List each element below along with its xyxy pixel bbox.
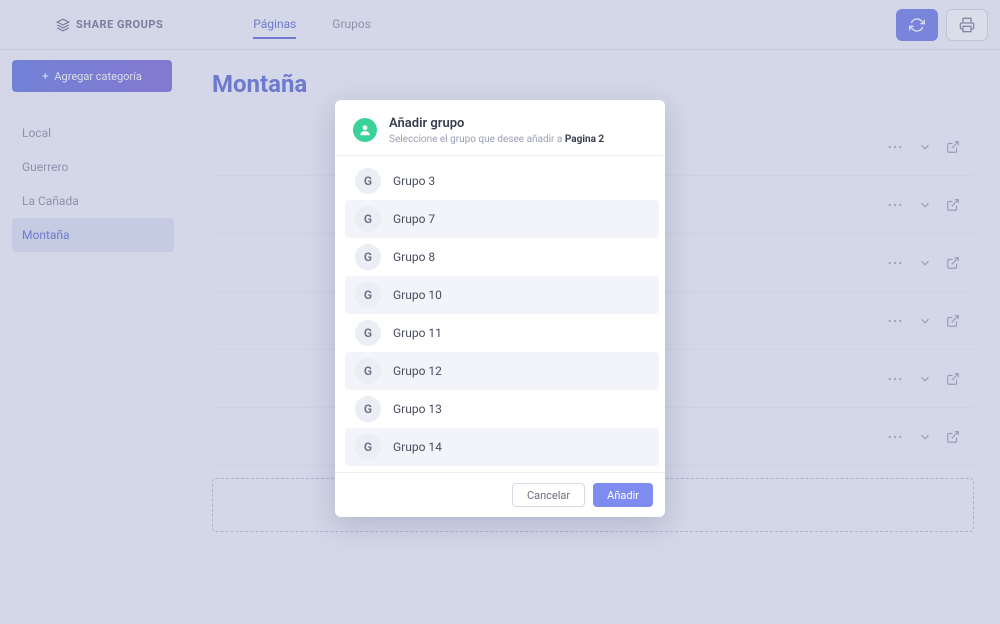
- cancel-button[interactable]: Cancelar: [512, 483, 585, 507]
- group-option[interactable]: G Grupo 11: [345, 314, 659, 352]
- modal-header: Añadir grupo Seleccione el grupo que des…: [335, 100, 665, 156]
- group-label: Grupo 3: [393, 174, 435, 188]
- group-option[interactable]: G Grupo 10: [345, 276, 659, 314]
- group-option[interactable]: G Grupo 13: [345, 390, 659, 428]
- add-group-modal: Añadir grupo Seleccione el grupo que des…: [335, 100, 665, 517]
- group-option[interactable]: G Grupo 7: [345, 200, 659, 238]
- group-label: Grupo 7: [393, 212, 435, 226]
- modal-heading: Añadir grupo Seleccione el grupo que des…: [389, 116, 604, 145]
- group-label: Grupo 14: [393, 440, 442, 454]
- group-avatar: G: [355, 206, 381, 232]
- group-option[interactable]: G Grupo 14: [345, 428, 659, 466]
- modal-list[interactable]: G Grupo 3 G Grupo 7 G Grupo 8 G Grupo 10 G Grupo …: [335, 156, 665, 472]
- group-option[interactable]: G Grupo 8: [345, 238, 659, 276]
- group-label: Grupo 12: [393, 364, 442, 378]
- group-label: Grupo 11: [393, 326, 442, 340]
- group-avatar: G: [355, 244, 381, 270]
- modal-title: Añadir grupo: [389, 116, 604, 131]
- modal-subtitle-target: Pagina 2: [565, 134, 604, 145]
- group-option[interactable]: G Grupo 12: [345, 352, 659, 390]
- group-option[interactable]: G Grupo 3: [345, 162, 659, 200]
- group-avatar: G: [355, 320, 381, 346]
- confirm-button[interactable]: Añadir: [593, 483, 653, 507]
- modal-subtitle: Seleccione el grupo que desee añadir a P…: [389, 134, 604, 145]
- group-label: Grupo 10: [393, 288, 442, 302]
- modal-footer: Cancelar Añadir: [335, 472, 665, 517]
- group-avatar: G: [355, 282, 381, 308]
- user-icon: [358, 123, 372, 137]
- group-avatar: G: [355, 358, 381, 384]
- group-label: Grupo 13: [393, 402, 442, 416]
- group-label: Grupo 8: [393, 250, 435, 264]
- modal-overlay[interactable]: Añadir grupo Seleccione el grupo que des…: [0, 0, 1000, 624]
- group-avatar: G: [355, 396, 381, 422]
- group-avatar: G: [355, 168, 381, 194]
- modal-avatar: [353, 118, 377, 142]
- group-avatar: G: [355, 434, 381, 460]
- modal-subtitle-prefix: Seleccione el grupo que desee añadir a: [389, 134, 565, 145]
